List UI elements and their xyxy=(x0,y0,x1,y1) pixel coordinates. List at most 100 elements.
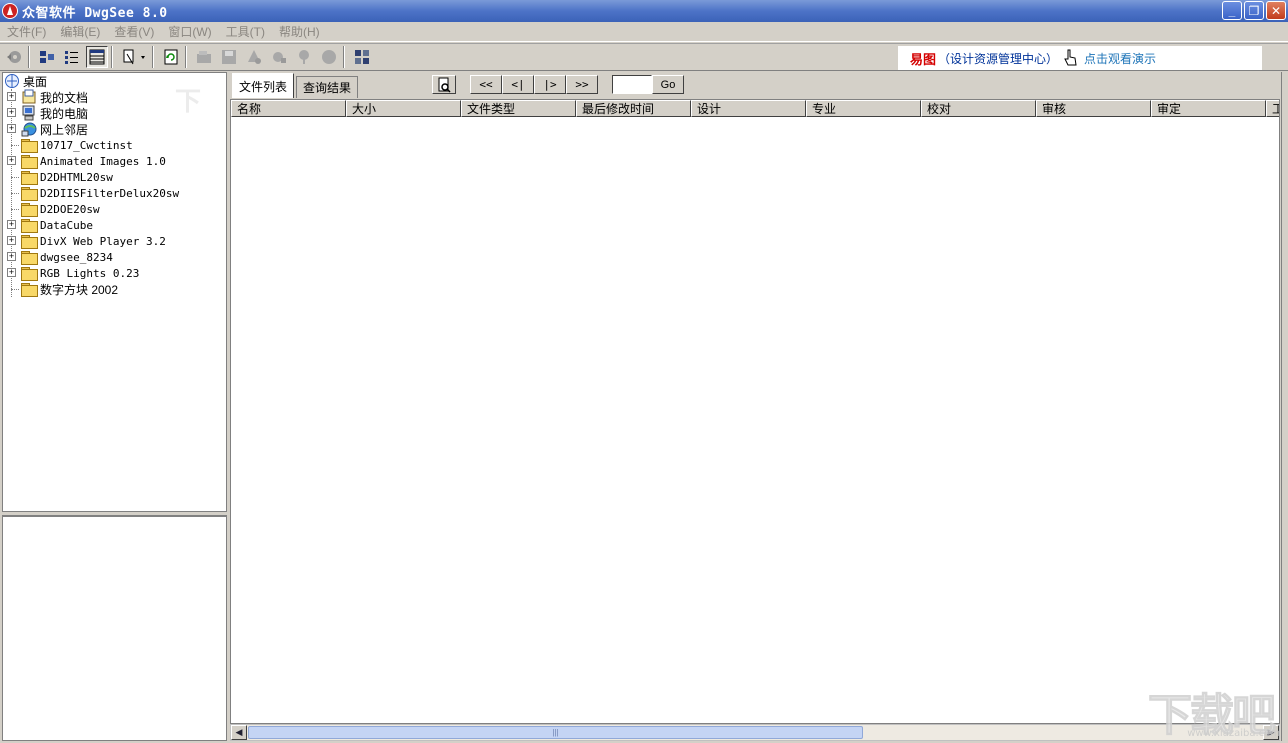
tree-guide-line xyxy=(11,177,19,178)
menu-edit[interactable]: 编辑(E) xyxy=(53,23,107,40)
menu-view[interactable]: 查看(V) xyxy=(107,23,161,40)
tree-item[interactable]: Animated Images 1.0 xyxy=(21,153,166,169)
prev-page-button[interactable]: <| xyxy=(502,75,534,94)
menu-help[interactable]: 帮助(H) xyxy=(272,23,327,40)
menu-window[interactable]: 窗口(W) xyxy=(161,23,218,40)
minimize-button[interactable]: _ xyxy=(1222,1,1242,20)
save-disabled-button[interactable] xyxy=(218,46,240,68)
open-disabled-button[interactable] xyxy=(193,46,215,68)
tree-item[interactable]: D2DOE20sw xyxy=(21,201,100,217)
page-number-input[interactable] xyxy=(612,75,652,94)
gear-back-icon xyxy=(7,51,21,63)
tree-root-desktop[interactable]: 桌面 xyxy=(4,73,47,89)
preview-search-button[interactable] xyxy=(432,75,456,94)
ad-brand: 易图 xyxy=(910,51,937,67)
tree-expander[interactable]: + xyxy=(7,108,16,117)
tree-item[interactable]: dwgsee_8234 xyxy=(21,249,113,265)
tree-expander[interactable]: + xyxy=(7,92,16,101)
tree-expander[interactable]: + xyxy=(7,220,16,229)
shapes-icon xyxy=(248,50,261,64)
demo-link[interactable]: 点击观看演示 xyxy=(1084,50,1156,67)
scroll-thumb[interactable]: ||| xyxy=(248,726,863,739)
large-icons-icon xyxy=(40,51,54,63)
tree-item-label: D2DIISFilterDelux20sw xyxy=(40,186,180,200)
tab-file-list[interactable]: 文件列表 xyxy=(232,73,295,98)
tools-icon xyxy=(273,52,286,63)
tab-query-results[interactable]: 查询结果 xyxy=(296,76,359,98)
tree-item[interactable]: 数字方块 2002 xyxy=(21,281,118,297)
ad-subtitle: （设计资源管理中心） xyxy=(938,51,1059,66)
chat-disabled-button[interactable] xyxy=(318,46,340,68)
file-list: 名称大小文件类型最后修改时间设计专业校对审核审定工 xyxy=(230,99,1280,724)
menu-tools[interactable]: 工具(T) xyxy=(219,23,272,40)
tree-item[interactable]: D2DIISFilterDelux20sw xyxy=(21,185,179,201)
app-logo-icon[interactable] xyxy=(2,3,18,19)
column-header[interactable]: 校对 xyxy=(921,100,1036,117)
tree-item[interactable]: 10717_Cwctinst xyxy=(21,137,133,153)
column-header[interactable]: 专业 xyxy=(806,100,921,117)
tree-expander[interactable]: + xyxy=(7,124,16,133)
computer-icon xyxy=(22,105,35,121)
column-header[interactable]: 审定 xyxy=(1151,100,1266,117)
tree-item-label: 10717_Cwctinst xyxy=(40,138,133,152)
window-title: 众智软件 DwgSee 8.0 xyxy=(22,5,168,21)
ad-banner[interactable]: 易图 （设计资源管理中心） 点击观看演示 xyxy=(898,46,1262,70)
last-page-button[interactable]: >> xyxy=(566,75,598,94)
tools-disabled-button[interactable] xyxy=(268,46,290,68)
tree-item[interactable]: 网上邻居 xyxy=(21,121,88,137)
tree-item-label: DataCube xyxy=(40,218,93,232)
tree-item-label: 网上邻居 xyxy=(40,122,89,137)
folder-icon xyxy=(21,282,38,297)
large-icons-button[interactable] xyxy=(36,46,58,68)
tree-item[interactable]: DivX Web Player 3.2 xyxy=(21,233,166,249)
pin-disabled-button[interactable] xyxy=(293,46,315,68)
first-page-button[interactable]: << xyxy=(470,75,502,94)
scroll-left-button[interactable]: ◀ xyxy=(231,725,247,740)
tree-item-label: D2DHTML20sw xyxy=(40,170,113,184)
column-header[interactable]: 工 xyxy=(1266,100,1279,117)
tree-expander[interactable]: + xyxy=(7,156,16,165)
column-header[interactable]: 设计 xyxy=(691,100,806,117)
folder-icon xyxy=(21,250,38,265)
refresh-button[interactable] xyxy=(160,46,182,68)
next-page-button[interactable]: |> xyxy=(534,75,566,94)
chat-icon xyxy=(322,50,336,64)
tab-bar: 文件列表 查询结果 xyxy=(230,72,1280,98)
network-tool-button[interactable] xyxy=(351,46,373,68)
tree-expander[interactable]: + xyxy=(7,252,16,261)
documents-icon xyxy=(22,89,36,104)
toolbar-separator xyxy=(111,46,113,68)
list-view-button[interactable] xyxy=(61,46,83,68)
watermark: 下载吧 www.xiazaiba.com xyxy=(1148,679,1281,741)
save-icon xyxy=(222,50,236,64)
column-header[interactable]: 名称 xyxy=(231,100,346,117)
column-header[interactable]: 最后修改时间 xyxy=(576,100,691,117)
filter-dropdown-button[interactable] xyxy=(119,46,149,68)
tree-item-label: RGB Lights 0.23 xyxy=(40,266,140,280)
folder-icon xyxy=(21,234,38,249)
folder-icon xyxy=(21,138,38,153)
folder-icon xyxy=(21,202,38,217)
filter-dropdown-icon xyxy=(123,49,145,65)
tree-item[interactable]: D2DHTML20sw xyxy=(21,169,113,185)
details-view-button[interactable] xyxy=(86,46,108,68)
column-header[interactable]: 审核 xyxy=(1036,100,1151,117)
column-header[interactable]: 文件类型 xyxy=(461,100,576,117)
tree-expander[interactable]: + xyxy=(7,268,16,277)
tree-expander[interactable]: + xyxy=(7,236,16,245)
menu-file[interactable]: 文件(F) xyxy=(0,23,53,40)
restore-button[interactable]: ❐ xyxy=(1244,1,1264,20)
column-header[interactable]: 大小 xyxy=(346,100,461,117)
go-button[interactable]: Go xyxy=(652,75,684,94)
tree-item[interactable]: DataCube xyxy=(21,217,93,233)
shapes-disabled-button[interactable] xyxy=(243,46,265,68)
folder-tree: 下 桌面 + 我的文档 + 我的电脑 + 网上邻居 10717_Cwctinst + Anima… xyxy=(2,72,227,512)
tree-item[interactable]: RGB Lights 0.23 xyxy=(21,265,139,281)
tree-item[interactable]: 我的电脑 xyxy=(21,105,88,121)
close-button[interactable]: ✕ xyxy=(1266,1,1286,20)
tree-item[interactable]: 我的文档 xyxy=(21,89,88,105)
back-tool-button[interactable] xyxy=(3,46,25,68)
folder-icon xyxy=(21,218,38,233)
horizontal-scrollbar[interactable]: ◀ ||| ▶ xyxy=(230,724,1280,741)
tree-watermark: 下 xyxy=(175,86,202,116)
